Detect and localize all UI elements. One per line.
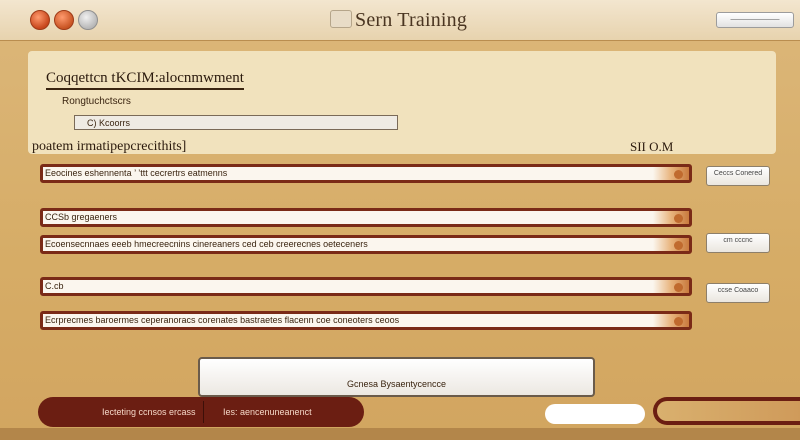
list-row-text: CCSb gregaeners [45, 212, 118, 222]
panel-heading: Coqqettcn tKCIM:alocnmwment [46, 70, 244, 90]
generate-button[interactable]: Gcnesa Bysaentycencce [198, 357, 595, 397]
bottom-action-1[interactable]: Iecteting ccnsos ercass [102, 397, 196, 427]
row-handle[interactable] [653, 238, 689, 251]
row-handle[interactable] [653, 280, 689, 293]
list-row-text: Eeocines eshennenta ’ ’ttt cecrertrs eat… [45, 168, 228, 178]
section-label: poatem irmatipepcrecithits] [32, 139, 187, 154]
list-row-2[interactable]: CCSb gregaeners [40, 208, 692, 227]
row-handle[interactable] [653, 211, 689, 224]
bottom-bar-divider [203, 401, 204, 423]
bottom-action-bar: Iecteting ccnsos ercass Ies: aencenunean… [38, 397, 364, 427]
section-value: SII O.M [630, 139, 674, 154]
app-window: Sern Training ——————— Coqqettcn tKCIM:al… [0, 0, 800, 440]
row-knob-icon [674, 214, 683, 223]
window-title: Sern Training [355, 9, 468, 31]
row-knob-icon [674, 317, 683, 326]
list-row-text: Ecoensecnnaes eeeb hmecreecnins cinerean… [45, 239, 368, 249]
list-row-text: Ecrprecmes baroermes ceperanoracs corena… [45, 315, 400, 325]
titlebar-toolbar-button[interactable]: ——————— [716, 12, 794, 28]
panel-subheading: Rongtuchctscrs [62, 96, 131, 107]
minimize-window-button[interactable] [54, 10, 74, 30]
app-icon [330, 10, 352, 28]
row-knob-icon [674, 170, 683, 179]
list-row-5[interactable]: Ecrprecmes baroermes ceperanoracs corena… [40, 311, 692, 330]
bottom-outline-button[interactable] [653, 397, 800, 425]
side-button-3[interactable]: ccse Coaaco [706, 283, 770, 303]
filter-combo-box[interactable]: C) Kcoorrs [74, 115, 398, 130]
side-button-2[interactable]: cm cccnc [706, 233, 770, 253]
list-row-1[interactable]: Eeocines eshennenta ’ ’ttt cecrertrs eat… [40, 164, 692, 183]
list-row-text: C.cb [45, 281, 64, 291]
title-bar: Sern Training ——————— [0, 0, 800, 41]
list-row-3[interactable]: Ecoensecnnaes eeeb hmecreecnins cinerean… [40, 235, 692, 254]
window-bottom-edge [0, 428, 800, 440]
zoom-window-button[interactable] [78, 10, 98, 30]
list-row-4[interactable]: C.cb [40, 277, 692, 296]
row-knob-icon [674, 241, 683, 250]
row-knob-icon [674, 283, 683, 292]
row-handle[interactable] [653, 314, 689, 327]
bottom-white-button[interactable] [545, 404, 645, 424]
close-window-button[interactable] [30, 10, 50, 30]
row-handle[interactable] [653, 167, 689, 180]
side-button-1[interactable]: Ceccs Conered [706, 166, 770, 186]
bottom-action-2[interactable]: Ies: aencenuneanenct [223, 397, 312, 427]
